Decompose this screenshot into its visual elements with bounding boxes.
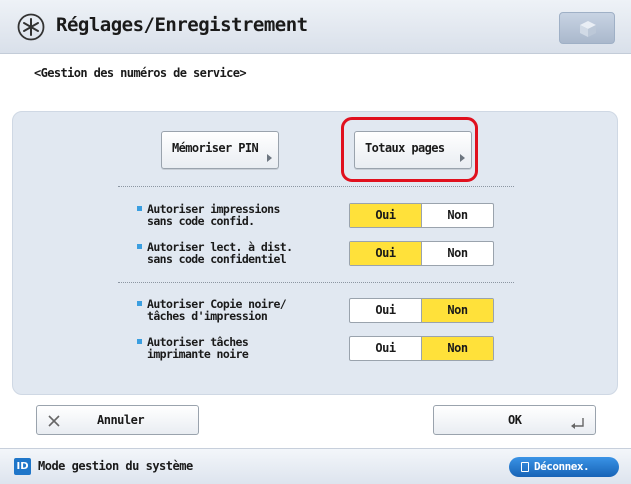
memoriser-pin-label: Mémoriser PIN	[172, 141, 259, 155]
page-title: Réglages/Enregistrement	[56, 14, 308, 36]
option-non[interactable]: Non	[421, 204, 493, 227]
bullet-icon	[137, 339, 142, 344]
cube-icon	[580, 21, 596, 37]
option-non[interactable]: Non	[421, 242, 493, 265]
settings-panel	[12, 111, 618, 395]
logout-button[interactable]: Déconnex.	[509, 457, 619, 477]
setting-label: Autoriser lect. à dist. sans code confid…	[137, 241, 293, 265]
divider	[118, 282, 514, 283]
logout-icon	[521, 462, 529, 472]
ok-button[interactable]: OK	[433, 405, 596, 435]
option-oui[interactable]: Oui	[350, 242, 421, 265]
bullet-icon	[137, 301, 142, 306]
option-non[interactable]: Non	[421, 299, 493, 322]
toggle-black-printer-jobs[interactable]: Oui Non	[349, 336, 494, 361]
arrow-right-icon	[267, 154, 272, 162]
setting-label: Autoriser impressions sans code confid.	[137, 203, 280, 227]
setting-label: Autoriser Copie noire/ tâches d'impressi…	[137, 298, 287, 322]
corner-button[interactable]	[559, 12, 615, 44]
settings-star-icon	[17, 13, 45, 41]
option-non[interactable]: Non	[421, 337, 493, 360]
toggle-black-copy-print[interactable]: Oui Non	[349, 298, 494, 323]
toggle-remote-read-no-code[interactable]: Oui Non	[349, 241, 494, 266]
logout-label: Déconnex.	[534, 460, 590, 473]
bullet-icon	[137, 206, 142, 211]
divider	[118, 186, 514, 187]
title-bar: Réglages/Enregistrement	[0, 0, 631, 54]
cancel-label: Annuler	[97, 413, 145, 427]
mode-status-text: Mode gestion du système	[38, 459, 193, 473]
highlight-frame	[341, 117, 478, 182]
option-oui[interactable]: Oui	[350, 204, 421, 227]
cancel-button[interactable]: Annuler	[36, 405, 199, 435]
setting-label: Autoriser tâches imprimante noire	[137, 336, 249, 360]
option-oui[interactable]: Oui	[350, 337, 421, 360]
enter-icon	[571, 418, 584, 429]
memoriser-pin-button[interactable]: Mémoriser PIN	[161, 131, 279, 169]
bullet-icon	[137, 244, 142, 249]
ok-label: OK	[508, 413, 522, 427]
option-oui[interactable]: Oui	[350, 299, 421, 322]
toggle-print-no-code[interactable]: Oui Non	[349, 203, 494, 228]
id-badge-icon: ID	[14, 458, 31, 475]
section-subtitle: <Gestion des numéros de service>	[34, 66, 247, 80]
status-bar: ID Mode gestion du système Déconnex.	[0, 448, 631, 484]
close-icon	[48, 415, 60, 427]
